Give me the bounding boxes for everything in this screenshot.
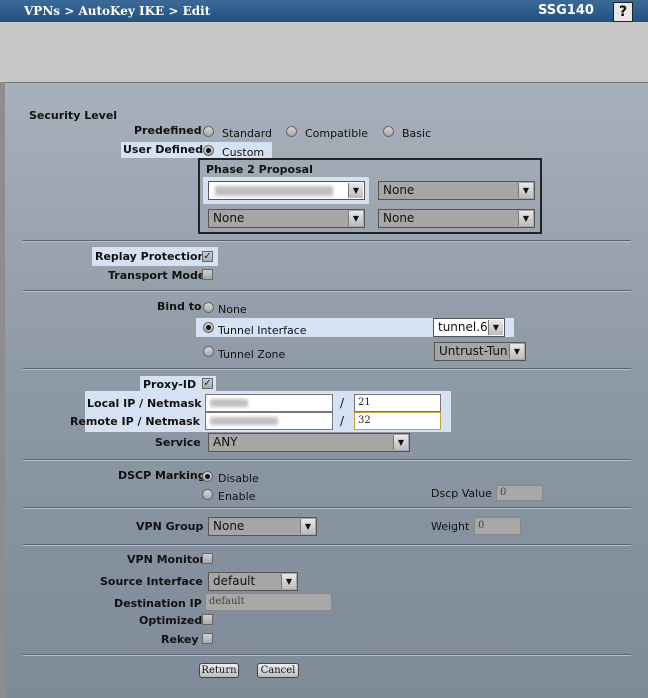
breadcrumb: VPNs > AutoKey IKE > Edit: [24, 4, 211, 18]
proposal-2-select[interactable]: None ▼: [378, 181, 535, 200]
source-interface-value: default: [213, 574, 256, 588]
service-label: Service: [155, 436, 201, 449]
destination-ip-input[interactable]: default: [205, 593, 332, 611]
help-button[interactable]: ?: [613, 2, 633, 22]
chevron-down-icon: ▼: [300, 519, 315, 534]
dscp-value-input[interactable]: 0: [496, 485, 543, 501]
remote-ip-label: Remote IP / Netmask: [70, 415, 201, 428]
bind-none-label: None: [218, 303, 247, 316]
local-slash: /: [340, 396, 345, 410]
title-bar: VPNs > AutoKey IKE > Edit SSG140 ?: [0, 0, 648, 22]
weight-input[interactable]: 0: [474, 517, 521, 535]
proxy-id-checkbox[interactable]: ✓: [202, 378, 213, 389]
custom-radio[interactable]: [203, 145, 214, 156]
local-ip-redacted: [210, 399, 248, 407]
dscp-enable-label: Enable: [218, 490, 256, 503]
compatible-radio[interactable]: [286, 126, 297, 137]
transport-mode-label: Transport Mode: [108, 269, 206, 282]
chevron-down-icon: ▼: [509, 344, 524, 359]
tunnel-zone-value: Untrust-Tun: [439, 344, 508, 358]
tunnel-interface-radio[interactable]: [203, 322, 214, 333]
destination-ip-label: Destination IP: [114, 597, 202, 610]
local-ip-label: Local IP / Netmask: [87, 397, 202, 410]
vpn-monitor-label: VPN Monitor: [127, 553, 205, 566]
chevron-down-icon: ▼: [518, 211, 533, 226]
dscp-enable-radio[interactable]: [202, 489, 213, 500]
return-button[interactable]: Return: [199, 663, 239, 678]
bind-to-label: Bind to: [157, 300, 202, 313]
proposal-4-select[interactable]: None ▼: [378, 209, 535, 228]
vpn-group-value: None: [213, 519, 245, 533]
chevron-down-icon: ▼: [348, 183, 363, 198]
divider: [23, 459, 631, 461]
dscp-value-label: Dscp Value: [431, 487, 492, 500]
divider: [23, 368, 631, 370]
basic-label: Basic: [402, 127, 432, 140]
transport-mode-checkbox[interactable]: [202, 269, 213, 280]
tunnel-zone-radio[interactable]: [203, 346, 214, 357]
remote-ip-redacted: [210, 417, 278, 425]
source-interface-label: Source Interface: [100, 575, 203, 588]
proposal-3-value: None: [213, 211, 245, 225]
chevron-down-icon: ▼: [393, 435, 408, 450]
vpn-group-label: VPN Group: [136, 520, 204, 533]
service-select[interactable]: ANY ▼: [208, 433, 410, 452]
device-model: SSG140: [538, 3, 594, 18]
predefined-label: Predefined: [134, 124, 202, 137]
dscp-disable-label: Disable: [218, 472, 259, 485]
chevron-down-icon: ▼: [518, 183, 533, 198]
dscp-disable-radio[interactable]: [202, 471, 213, 482]
tunnel-interface-select[interactable]: tunnel.6 ▼: [433, 318, 505, 337]
local-mask-input[interactable]: 21: [354, 394, 441, 412]
chevron-down-icon: ▼: [488, 320, 503, 335]
divider: [23, 290, 631, 292]
bind-none-radio[interactable]: [203, 302, 214, 313]
proxy-id-label: Proxy-ID: [143, 378, 197, 391]
proposal-4-value: None: [383, 211, 415, 225]
proposal-3-select[interactable]: None ▼: [208, 209, 365, 228]
tunnel-zone-select[interactable]: Untrust-Tun ▼: [434, 342, 526, 361]
standard-label: Standard: [222, 127, 273, 140]
service-value: ANY: [213, 435, 238, 449]
divider: [23, 544, 631, 546]
dscp-marking-label: DSCP Marking: [118, 469, 206, 482]
divider: [23, 240, 631, 242]
security-level-heading: Security Level: [29, 109, 118, 122]
header-band: [0, 22, 648, 82]
rekey-checkbox[interactable]: [202, 633, 213, 644]
user-defined-label: User Defined: [123, 143, 204, 156]
proposal-2-value: None: [383, 183, 415, 197]
replay-protection-checkbox[interactable]: ✓: [202, 251, 213, 262]
cancel-button[interactable]: Cancel: [257, 663, 299, 678]
basic-radio[interactable]: [383, 126, 394, 137]
divider: [23, 507, 631, 509]
chevron-down-icon: ▼: [348, 211, 363, 226]
weight-label: Weight: [431, 520, 470, 533]
chevron-down-icon: ▼: [281, 574, 296, 589]
local-ip-input[interactable]: [205, 394, 333, 412]
compatible-label: Compatible: [305, 127, 369, 140]
divider: [23, 654, 631, 656]
remote-ip-input[interactable]: [205, 412, 333, 430]
phase2-heading: Phase 2 Proposal: [206, 163, 313, 176]
source-interface-select[interactable]: default ▼: [208, 572, 298, 591]
tunnel-interface-label: Tunnel Interface: [218, 324, 307, 337]
tunnel-interface-value: tunnel.6: [438, 320, 488, 334]
remote-mask-input[interactable]: 32: [354, 412, 441, 430]
rekey-label: Rekey: [161, 633, 199, 646]
proposal-1-redacted: [215, 186, 333, 196]
remote-slash: /: [340, 414, 345, 428]
vpn-group-select[interactable]: None ▼: [208, 517, 317, 536]
replay-protection-label: Replay Protection: [95, 250, 206, 263]
optimized-label: Optimized: [139, 614, 203, 627]
standard-radio[interactable]: [203, 126, 214, 137]
vpn-monitor-checkbox[interactable]: [202, 553, 213, 564]
optimized-checkbox[interactable]: [202, 614, 213, 625]
tunnel-zone-label: Tunnel Zone: [218, 348, 286, 361]
proposal-1-select[interactable]: ▼: [208, 181, 365, 200]
